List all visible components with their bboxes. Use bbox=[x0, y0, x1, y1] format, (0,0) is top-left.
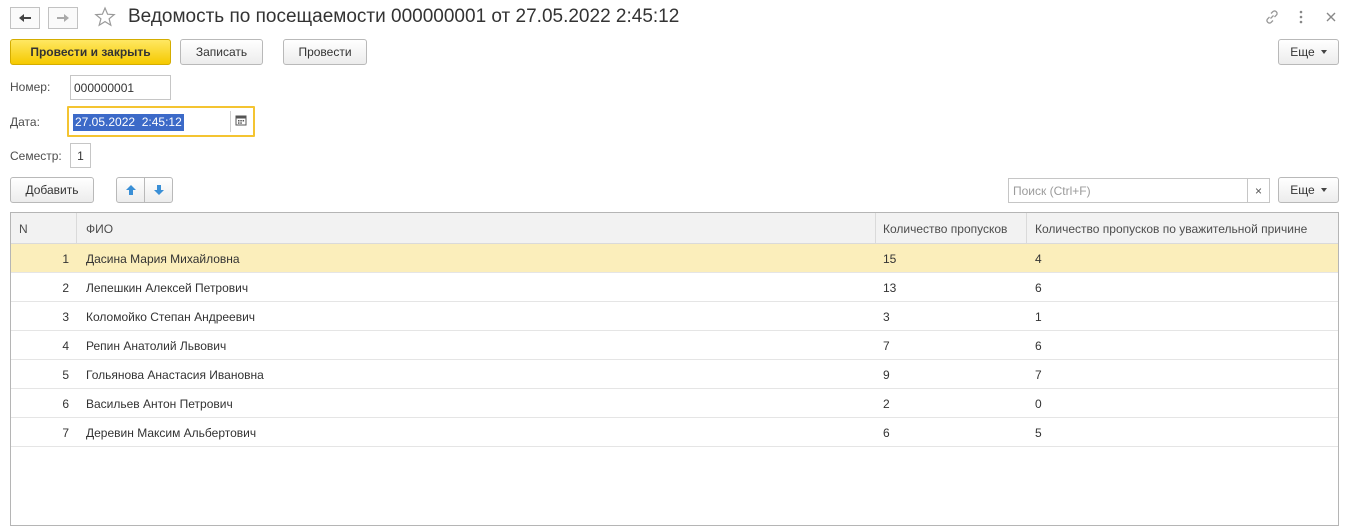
more-label: Еще bbox=[1290, 45, 1315, 59]
date-field[interactable]: 27.05.2022 2:45:12 bbox=[67, 106, 255, 137]
search-input[interactable]: Поиск (Ctrl+F) × bbox=[1008, 178, 1270, 203]
move-up-button[interactable] bbox=[116, 177, 145, 203]
cell-absences: 13 bbox=[883, 280, 897, 295]
link-icon[interactable] bbox=[1263, 8, 1281, 26]
cell-n: 4 bbox=[62, 338, 69, 353]
cell-n: 5 bbox=[62, 367, 69, 382]
calendar-icon[interactable] bbox=[235, 114, 247, 126]
cell-excused: 6 bbox=[1035, 338, 1042, 353]
add-button[interactable]: Добавить bbox=[10, 177, 94, 203]
page-title: Ведомость по посещаемости 000000001 от 2… bbox=[128, 6, 680, 27]
cell-fio: Деревин Максим Альбертович bbox=[86, 425, 257, 440]
table-row[interactable]: 1 Дасина Мария Михайловна 15 4 bbox=[11, 244, 1338, 273]
cell-excused: 7 bbox=[1035, 367, 1042, 382]
column-header-absences[interactable]: Количество пропусков bbox=[883, 213, 1025, 244]
table-row[interactable]: 3 Коломойко Степан Андреевич 3 1 bbox=[11, 302, 1338, 331]
chevron-down-icon bbox=[1320, 50, 1327, 54]
save-button[interactable]: Записать bbox=[180, 39, 263, 65]
cell-excused: 4 bbox=[1035, 251, 1042, 266]
move-down-button[interactable] bbox=[144, 177, 173, 203]
back-arrow-icon bbox=[19, 14, 31, 22]
post-button[interactable]: Провести bbox=[283, 39, 367, 65]
column-separator bbox=[875, 213, 876, 244]
cell-fio: Репин Анатолий Львович bbox=[86, 338, 227, 353]
post-and-close-button[interactable]: Провести и закрыть bbox=[10, 39, 171, 65]
cell-excused: 0 bbox=[1035, 396, 1042, 411]
column-header-n[interactable]: N bbox=[19, 213, 79, 244]
table-header: N ФИО Количество пропусков Количество пр… bbox=[11, 213, 1338, 244]
cell-n: 1 bbox=[62, 251, 69, 266]
table-row[interactable]: 6 Васильев Антон Петрович 2 0 bbox=[11, 389, 1338, 418]
cell-absences: 9 bbox=[883, 367, 890, 382]
number-label: Номер: bbox=[10, 80, 51, 94]
forward-button[interactable] bbox=[48, 7, 78, 29]
students-table[interactable]: N ФИО Количество пропусков Количество пр… bbox=[10, 212, 1339, 526]
date-divider bbox=[230, 111, 231, 132]
cell-absences: 7 bbox=[883, 338, 890, 353]
close-icon[interactable] bbox=[1322, 8, 1340, 26]
more-vertical-icon[interactable] bbox=[1292, 8, 1310, 26]
cell-excused: 6 bbox=[1035, 280, 1042, 295]
cell-absences: 2 bbox=[883, 396, 890, 411]
favorite-star-icon[interactable] bbox=[94, 6, 116, 31]
date-label: Дата: bbox=[10, 115, 40, 129]
column-separator bbox=[76, 213, 77, 244]
table-row[interactable]: 7 Деревин Максим Альбертович 6 5 bbox=[11, 418, 1338, 447]
cell-absences: 15 bbox=[883, 251, 897, 266]
back-button[interactable] bbox=[10, 7, 40, 29]
cell-n: 3 bbox=[62, 309, 69, 324]
table-row[interactable]: 5 Гольянова Анастасия Ивановна 9 7 bbox=[11, 360, 1338, 389]
cell-fio: Лепешкин Алексей Петрович bbox=[86, 280, 249, 295]
cell-absences: 3 bbox=[883, 309, 890, 324]
chevron-down-icon bbox=[1320, 188, 1327, 192]
cell-excused: 5 bbox=[1035, 425, 1042, 440]
cell-n: 2 bbox=[62, 280, 69, 295]
column-header-fio[interactable]: ФИО bbox=[86, 213, 874, 244]
forward-arrow-icon bbox=[57, 14, 69, 22]
search-clear-button[interactable]: × bbox=[1247, 179, 1269, 202]
more-button[interactable]: Еще bbox=[1278, 39, 1339, 65]
cell-n: 7 bbox=[62, 425, 69, 440]
move-up-icon bbox=[125, 185, 136, 195]
table-more-label: Еще bbox=[1290, 183, 1315, 197]
search-placeholder: Поиск (Ctrl+F) bbox=[1013, 184, 1091, 198]
column-header-excused[interactable]: Количество пропусков по уважительной при… bbox=[1035, 213, 1338, 244]
cell-fio: Гольянова Анастасия Ивановна bbox=[86, 367, 264, 382]
cell-excused: 1 bbox=[1035, 309, 1042, 324]
cell-n: 6 bbox=[62, 396, 69, 411]
cell-absences: 6 bbox=[883, 425, 890, 440]
semester-field[interactable]: 1 bbox=[70, 143, 91, 168]
number-field[interactable]: 000000001 bbox=[70, 75, 171, 100]
cell-fio: Коломойко Степан Андреевич bbox=[86, 309, 256, 324]
table-more-button[interactable]: Еще bbox=[1278, 177, 1339, 203]
column-separator bbox=[1026, 213, 1027, 244]
cell-fio: Дасина Мария Михайловна bbox=[86, 251, 240, 266]
table-row[interactable]: 4 Репин Анатолий Львович 7 6 bbox=[11, 331, 1338, 360]
move-down-icon bbox=[153, 185, 164, 195]
date-value: 27.05.2022 2:45:12 bbox=[73, 114, 184, 131]
cell-fio: Васильев Антон Петрович bbox=[86, 396, 233, 411]
table-row[interactable]: 2 Лепешкин Алексей Петрович 13 6 bbox=[11, 273, 1338, 302]
semester-label: Семестр: bbox=[10, 149, 62, 163]
